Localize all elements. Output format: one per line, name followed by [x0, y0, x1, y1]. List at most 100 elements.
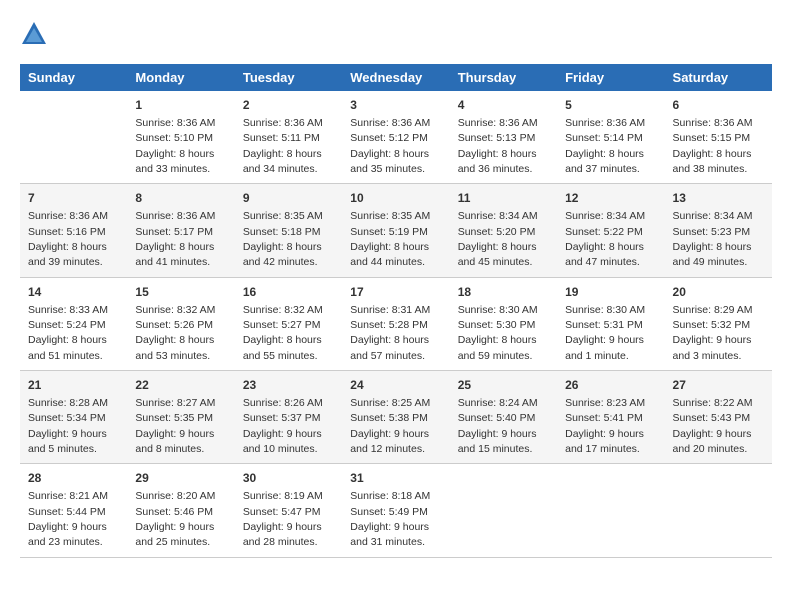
day-info: Sunrise: 8:36 AMSunset: 5:17 PMDaylight:… — [135, 210, 215, 268]
day-number: 17 — [350, 284, 441, 301]
day-number: 24 — [350, 377, 441, 394]
day-cell: 5 Sunrise: 8:36 AMSunset: 5:14 PMDaylight… — [557, 91, 664, 184]
day-cell: 11 Sunrise: 8:34 AMSunset: 5:20 PMDayligh… — [450, 184, 557, 277]
day-cell: 31Sunrise: 8:18 AMSunset: 5:49 PMDayligh… — [342, 464, 449, 557]
calendar-table: SundayMondayTuesdayWednesdayThursdayFrid… — [20, 64, 772, 558]
day-number: 25 — [458, 377, 549, 394]
day-number: 26 — [565, 377, 656, 394]
day-info: Sunrise: 8:36 AMSunset: 5:10 PMDaylight:… — [135, 117, 215, 175]
day-number: 8 — [135, 190, 226, 207]
day-info: Sunrise: 8:36 AMSunset: 5:14 PMDaylight:… — [565, 117, 645, 175]
week-row-5: 28Sunrise: 8:21 AMSunset: 5:44 PMDayligh… — [20, 464, 772, 557]
day-info: Sunrise: 8:29 AMSunset: 5:32 PMDaylight:… — [673, 304, 753, 362]
day-header-friday: Friday — [557, 64, 664, 91]
day-cell: 6 Sunrise: 8:36 AMSunset: 5:15 PMDaylight… — [665, 91, 772, 184]
day-cell: 7Sunrise: 8:36 AMSunset: 5:16 PMDaylight… — [20, 184, 127, 277]
day-cell: 28Sunrise: 8:21 AMSunset: 5:44 PMDayligh… — [20, 464, 127, 557]
day-info: Sunrise: 8:36 AMSunset: 5:16 PMDaylight:… — [28, 210, 108, 268]
day-info: Sunrise: 8:20 AMSunset: 5:46 PMDaylight:… — [135, 490, 215, 548]
day-info: Sunrise: 8:30 AMSunset: 5:31 PMDaylight:… — [565, 304, 645, 362]
day-cell: 25Sunrise: 8:24 AMSunset: 5:40 PMDayligh… — [450, 371, 557, 464]
day-number: 6 — [673, 97, 764, 114]
day-info: Sunrise: 8:36 AMSunset: 5:15 PMDaylight:… — [673, 117, 753, 175]
day-info: Sunrise: 8:22 AMSunset: 5:43 PMDaylight:… — [673, 397, 753, 455]
day-number: 14 — [28, 284, 119, 301]
day-cell: 13 Sunrise: 8:34 AMSunset: 5:23 PMDayligh… — [665, 184, 772, 277]
day-info: Sunrise: 8:23 AMSunset: 5:41 PMDaylight:… — [565, 397, 645, 455]
day-cell — [557, 464, 664, 557]
day-info: Sunrise: 8:35 AMSunset: 5:18 PMDaylight:… — [243, 210, 323, 268]
day-cell: 21 Sunrise: 8:28 AMSunset: 5:34 PMDayligh… — [20, 371, 127, 464]
day-header-thursday: Thursday — [450, 64, 557, 91]
day-cell — [450, 464, 557, 557]
week-row-4: 21 Sunrise: 8:28 AMSunset: 5:34 PMDayligh… — [20, 371, 772, 464]
week-row-1: 1 Sunrise: 8:36 AMSunset: 5:10 PMDaylight… — [20, 91, 772, 184]
day-cell — [20, 91, 127, 184]
day-number: 22 — [135, 377, 226, 394]
day-number: 3 — [350, 97, 441, 114]
day-cell: 27 Sunrise: 8:22 AMSunset: 5:43 PMDayligh… — [665, 371, 772, 464]
day-number: 11 — [458, 190, 549, 207]
day-info: Sunrise: 8:32 AMSunset: 5:26 PMDaylight:… — [135, 304, 215, 362]
day-info: Sunrise: 8:32 AMSunset: 5:27 PMDaylight:… — [243, 304, 323, 362]
week-row-2: 7Sunrise: 8:36 AMSunset: 5:16 PMDaylight… — [20, 184, 772, 277]
day-cell: 22 Sunrise: 8:27 AMSunset: 5:35 PMDayligh… — [127, 371, 234, 464]
day-cell: 8 Sunrise: 8:36 AMSunset: 5:17 PMDaylight… — [127, 184, 234, 277]
day-cell: 23Sunrise: 8:26 AMSunset: 5:37 PMDayligh… — [235, 371, 342, 464]
day-number: 19 — [565, 284, 656, 301]
day-cell: 18Sunrise: 8:30 AMSunset: 5:30 PMDayligh… — [450, 277, 557, 370]
day-cell: 26 Sunrise: 8:23 AMSunset: 5:41 PMDayligh… — [557, 371, 664, 464]
calendar-header-row: SundayMondayTuesdayWednesdayThursdayFrid… — [20, 64, 772, 91]
day-header-monday: Monday — [127, 64, 234, 91]
day-info: Sunrise: 8:33 AMSunset: 5:24 PMDaylight:… — [28, 304, 108, 362]
day-info: Sunrise: 8:34 AMSunset: 5:20 PMDaylight:… — [458, 210, 538, 268]
day-info: Sunrise: 8:18 AMSunset: 5:49 PMDaylight:… — [350, 490, 430, 548]
day-header-tuesday: Tuesday — [235, 64, 342, 91]
day-info: Sunrise: 8:30 AMSunset: 5:30 PMDaylight:… — [458, 304, 538, 362]
day-info: Sunrise: 8:31 AMSunset: 5:28 PMDaylight:… — [350, 304, 430, 362]
day-number: 12 — [565, 190, 656, 207]
day-number: 1 — [135, 97, 226, 114]
day-number: 4 — [458, 97, 549, 114]
day-cell: 16Sunrise: 8:32 AMSunset: 5:27 PMDayligh… — [235, 277, 342, 370]
day-number: 20 — [673, 284, 764, 301]
day-cell: 15Sunrise: 8:32 AMSunset: 5:26 PMDayligh… — [127, 277, 234, 370]
day-cell: 29 Sunrise: 8:20 AMSunset: 5:46 PMDayligh… — [127, 464, 234, 557]
day-header-sunday: Sunday — [20, 64, 127, 91]
page-header — [20, 20, 772, 48]
day-number: 9 — [243, 190, 334, 207]
day-info: Sunrise: 8:36 AMSunset: 5:13 PMDaylight:… — [458, 117, 538, 175]
day-cell: 17 Sunrise: 8:31 AMSunset: 5:28 PMDayligh… — [342, 277, 449, 370]
day-cell: 9 Sunrise: 8:35 AMSunset: 5:18 PMDaylight… — [235, 184, 342, 277]
day-cell: 10 Sunrise: 8:35 AMSunset: 5:19 PMDayligh… — [342, 184, 449, 277]
day-number: 10 — [350, 190, 441, 207]
day-number: 27 — [673, 377, 764, 394]
day-cell: 30Sunrise: 8:19 AMSunset: 5:47 PMDayligh… — [235, 464, 342, 557]
day-info: Sunrise: 8:34 AMSunset: 5:23 PMDaylight:… — [673, 210, 753, 268]
day-cell: 19 Sunrise: 8:30 AMSunset: 5:31 PMDayligh… — [557, 277, 664, 370]
day-info: Sunrise: 8:27 AMSunset: 5:35 PMDaylight:… — [135, 397, 215, 455]
day-cell: 2 Sunrise: 8:36 AMSunset: 5:11 PMDaylight… — [235, 91, 342, 184]
day-info: Sunrise: 8:35 AMSunset: 5:19 PMDaylight:… — [350, 210, 430, 268]
logo-icon — [20, 20, 48, 48]
week-row-3: 14 Sunrise: 8:33 AMSunset: 5:24 PMDayligh… — [20, 277, 772, 370]
day-info: Sunrise: 8:28 AMSunset: 5:34 PMDaylight:… — [28, 397, 108, 455]
day-number: 5 — [565, 97, 656, 114]
day-number: 29 — [135, 470, 226, 487]
day-cell: 12Sunrise: 8:34 AMSunset: 5:22 PMDayligh… — [557, 184, 664, 277]
day-info: Sunrise: 8:25 AMSunset: 5:38 PMDaylight:… — [350, 397, 430, 455]
day-number: 30 — [243, 470, 334, 487]
day-cell — [665, 464, 772, 557]
day-cell: 14 Sunrise: 8:33 AMSunset: 5:24 PMDayligh… — [20, 277, 127, 370]
day-header-wednesday: Wednesday — [342, 64, 449, 91]
day-number: 21 — [28, 377, 119, 394]
day-number: 13 — [673, 190, 764, 207]
day-cell: 4 Sunrise: 8:36 AMSunset: 5:13 PMDaylight… — [450, 91, 557, 184]
day-cell: 24 Sunrise: 8:25 AMSunset: 5:38 PMDayligh… — [342, 371, 449, 464]
day-info: Sunrise: 8:26 AMSunset: 5:37 PMDaylight:… — [243, 397, 323, 455]
day-info: Sunrise: 8:36 AMSunset: 5:11 PMDaylight:… — [243, 117, 323, 175]
day-cell: 20 Sunrise: 8:29 AMSunset: 5:32 PMDayligh… — [665, 277, 772, 370]
day-info: Sunrise: 8:36 AMSunset: 5:12 PMDaylight:… — [350, 117, 430, 175]
day-number: 2 — [243, 97, 334, 114]
day-number: 28 — [28, 470, 119, 487]
